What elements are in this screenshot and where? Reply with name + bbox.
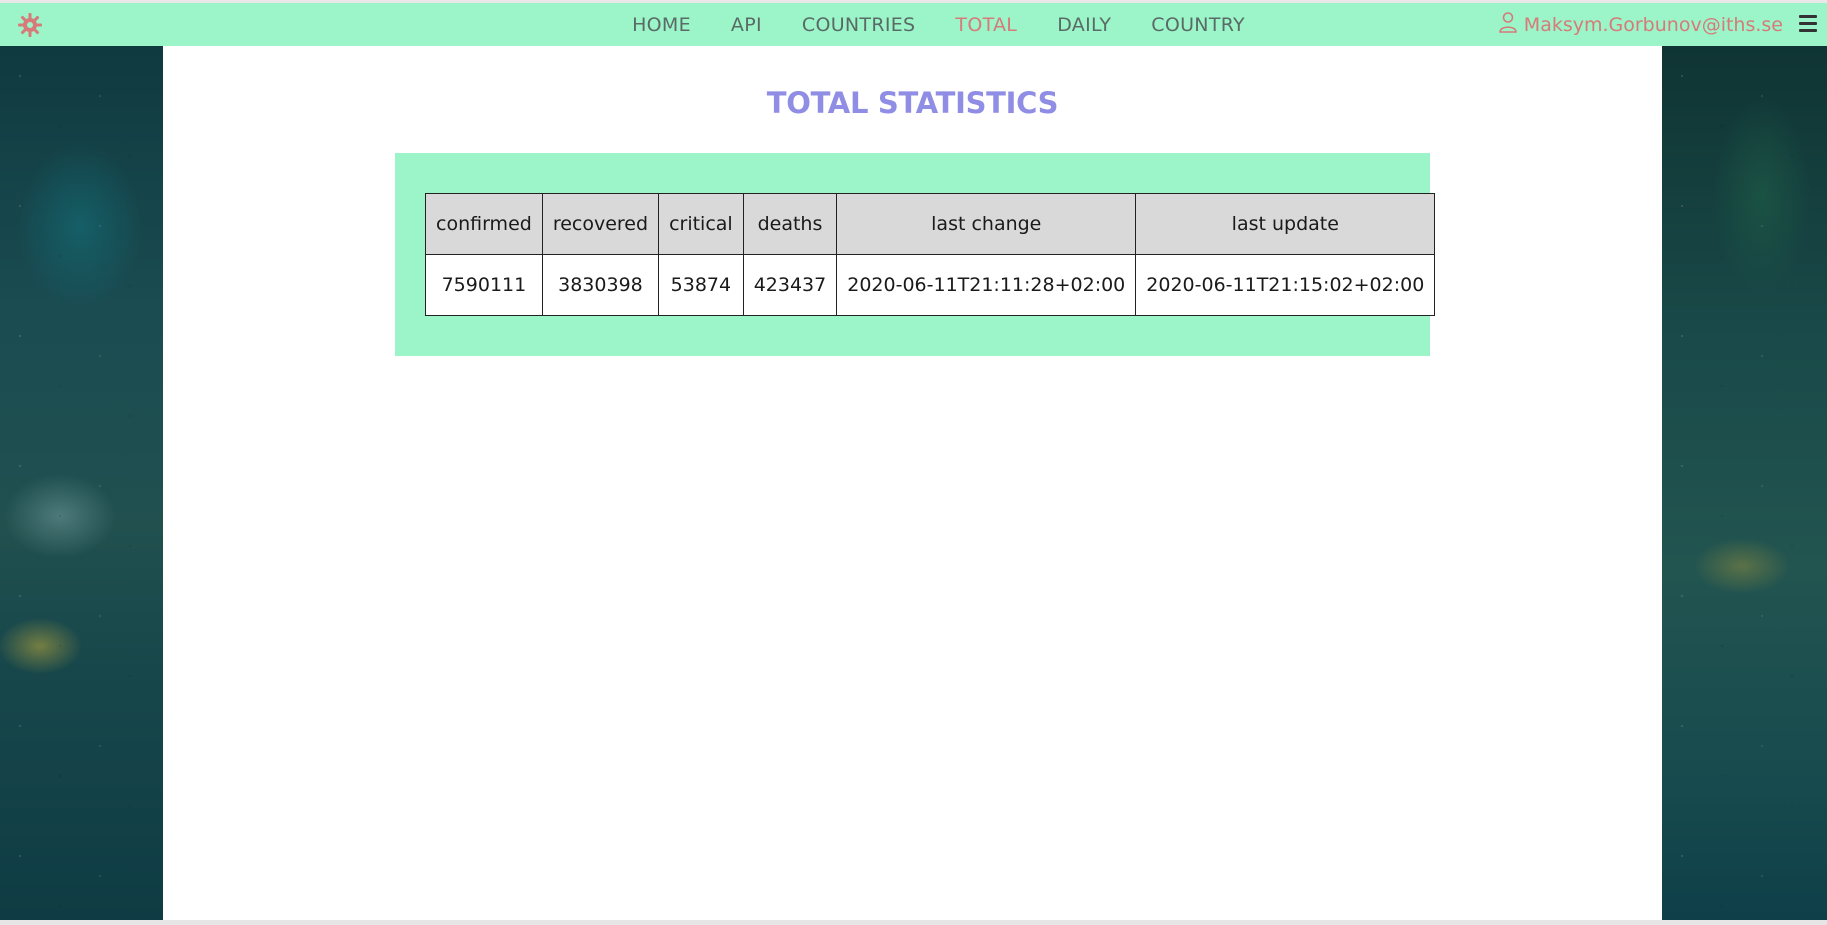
cell-recovered: 3830398 — [541, 254, 660, 316]
cell-last-change: 2020-06-11T21:11:28+02:00 — [836, 254, 1137, 316]
header-last-change: last change — [836, 193, 1137, 255]
header-last-update: last update — [1135, 193, 1436, 255]
header-confirmed: confirmed — [425, 193, 543, 255]
header-deaths: deaths — [742, 193, 838, 255]
cell-last-update: 2020-06-11T21:15:02+02:00 — [1135, 254, 1436, 316]
user-account[interactable]: Maksym.Gorbunov@iths.se — [1498, 3, 1783, 46]
main-content: TOTAL STATISTICS confirmed recovered cri… — [163, 46, 1662, 920]
nav-countries[interactable]: COUNTRIES — [802, 14, 916, 36]
table-header-row: confirmed recovered critical deaths last… — [425, 193, 1436, 255]
navbar: HOME API COUNTRIES TOTAL DAILY COUNTRY M… — [0, 0, 1827, 46]
table-row: 7590111 3830398 53874 423437 2020-06-11T… — [425, 254, 1436, 316]
cell-deaths: 423437 — [742, 254, 838, 316]
hamburger-menu-icon[interactable] — [1799, 15, 1817, 33]
page-title: TOTAL STATISTICS — [766, 86, 1059, 120]
nav-daily[interactable]: DAILY — [1057, 14, 1111, 36]
user-icon — [1498, 11, 1518, 38]
nav-country[interactable]: COUNTRY — [1151, 14, 1245, 36]
nav-api[interactable]: API — [731, 14, 762, 36]
header-critical: critical — [658, 193, 744, 255]
nav-home[interactable]: HOME — [632, 14, 691, 36]
cell-confirmed: 7590111 — [425, 254, 543, 316]
statistics-panel: confirmed recovered critical deaths last… — [395, 153, 1436, 356]
total-statistics-table: confirmed recovered critical deaths last… — [425, 193, 1436, 316]
horizontal-scrollbar[interactable] — [0, 920, 1827, 925]
nav-total[interactable]: TOTAL — [955, 14, 1017, 36]
cell-critical: 53874 — [658, 254, 744, 316]
background-right — [1662, 46, 1827, 920]
header-recovered: recovered — [541, 193, 660, 255]
background-left — [0, 46, 163, 920]
user-email: Maksym.Gorbunov@iths.se — [1523, 13, 1783, 36]
